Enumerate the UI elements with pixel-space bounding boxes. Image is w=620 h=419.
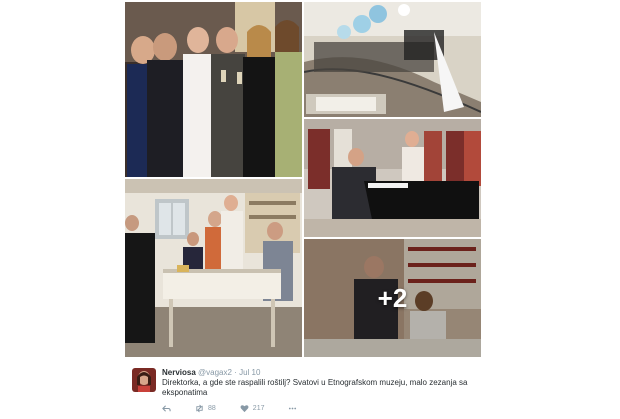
retweet-icon (195, 404, 204, 413)
photo-table-signing[interactable] (125, 179, 302, 357)
photo-toast[interactable] (125, 2, 302, 177)
tweet-time[interactable]: Jul 10 (239, 368, 260, 377)
like-count: 217 (252, 404, 265, 412)
more-photos-count: +2 (304, 239, 481, 357)
author-handle[interactable]: @vagax2 (198, 368, 232, 377)
author-name[interactable]: Nerviosa (162, 368, 196, 377)
heart-icon (240, 404, 249, 413)
tweet-media-grid: +2 (0, 0, 620, 360)
tweet: Nerviosa @vagax2 · Jul 10 Direktorka, a … (126, 366, 486, 419)
tweet-actions: 88 217 (162, 402, 321, 414)
retweet-count: 88 (208, 404, 216, 412)
avatar[interactable] (132, 368, 156, 392)
separator: · (234, 368, 237, 377)
photo-more[interactable]: +2 (304, 239, 481, 357)
more-dots-icon (288, 404, 297, 413)
tweet-header: Nerviosa @vagax2 · Jul 10 (162, 368, 260, 377)
tweet-text: Direktorka, a gde ste raspalili roštilj?… (162, 378, 468, 397)
photo-piano[interactable] (304, 119, 481, 237)
reply-icon (162, 404, 171, 413)
retweet-button[interactable]: 88 (195, 404, 216, 413)
like-button[interactable]: 217 (240, 404, 265, 413)
reply-button[interactable] (162, 404, 171, 413)
photo-stairs-guests[interactable] (304, 2, 481, 117)
more-button[interactable] (288, 404, 297, 413)
